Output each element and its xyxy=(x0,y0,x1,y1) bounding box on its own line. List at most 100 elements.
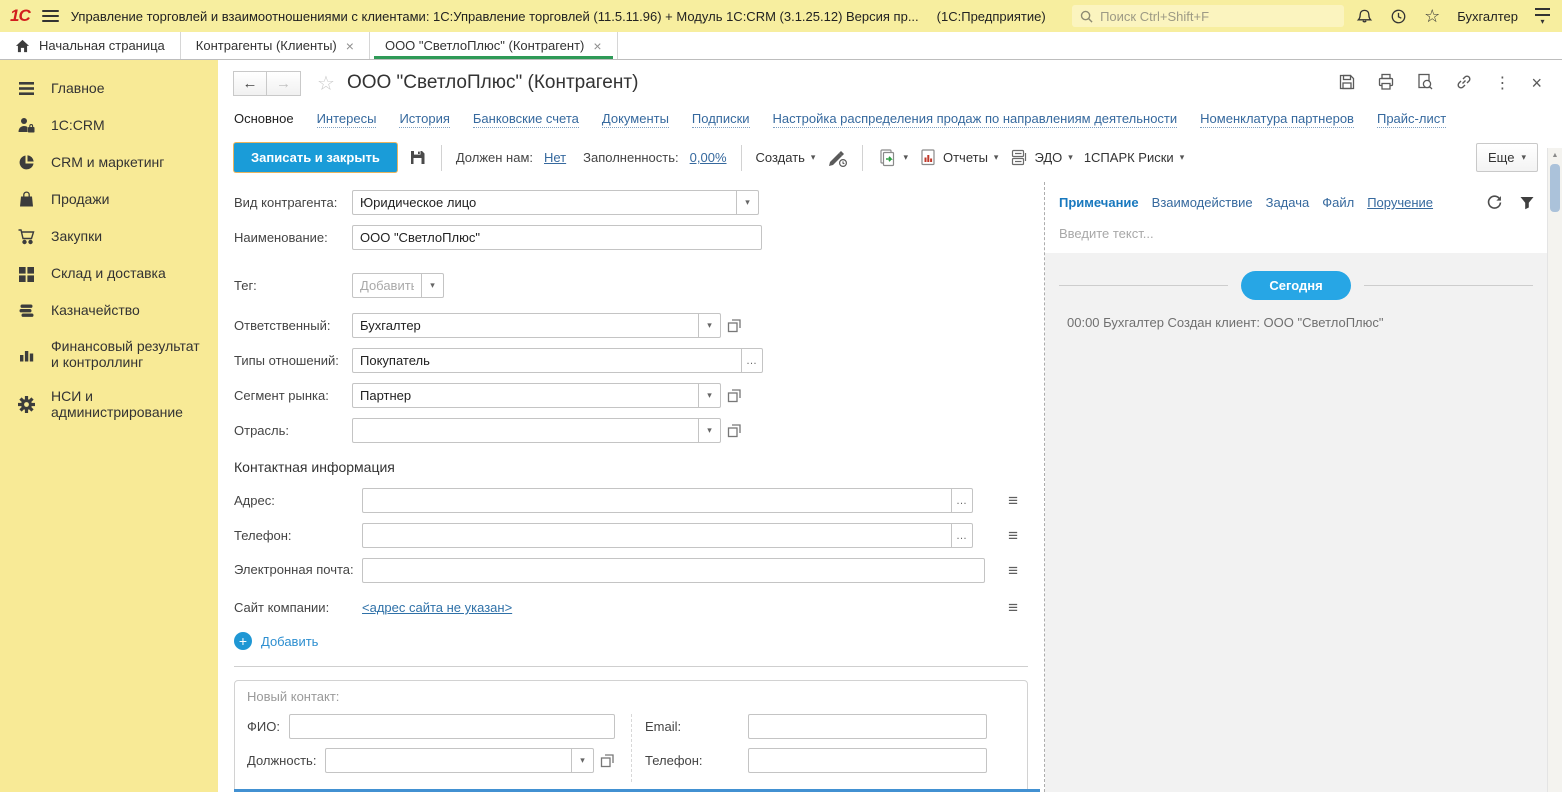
create-button[interactable]: Создать ▾ xyxy=(756,150,816,165)
today-badge[interactable]: Сегодня xyxy=(1241,271,1351,300)
reports-button[interactable]: Отчеты ▾ xyxy=(919,148,998,167)
save-button-icon[interactable] xyxy=(408,148,427,167)
sidebar-item-prodazhi[interactable]: Продажи xyxy=(0,181,218,218)
website-link[interactable]: <адрес сайта не указан> xyxy=(362,600,512,615)
tab-interesy[interactable]: Интересы xyxy=(316,111,377,128)
link-icon[interactable] xyxy=(1455,73,1473,94)
sidebar-item-crm-marketing[interactable]: CRM и маркетинг xyxy=(0,144,218,181)
main-menu-icon[interactable] xyxy=(41,10,59,22)
tab-vzaimodeystvie[interactable]: Взаимодействие xyxy=(1152,195,1253,210)
tab-fayl[interactable]: Файл xyxy=(1322,195,1354,210)
chevron-down-icon[interactable]: ▾ xyxy=(421,273,444,298)
sidebar-item-sklad-dostavka[interactable]: Склад и доставка xyxy=(0,255,218,292)
tab-kontragenty[interactable]: Контрагенты (Клиенты) × xyxy=(181,32,370,59)
refresh-icon[interactable] xyxy=(1486,194,1503,211)
contact-email-input[interactable] xyxy=(748,714,987,739)
tab-istoriya[interactable]: История xyxy=(399,111,450,128)
filter-icon[interactable] xyxy=(1519,195,1535,211)
email-input[interactable] xyxy=(362,558,985,583)
tab-poruchenie[interactable]: Поручение xyxy=(1367,195,1433,210)
tab-nastroyka-raspredeleniya[interactable]: Настройка распределения продаж по направ… xyxy=(772,111,1178,128)
relation-types-input[interactable] xyxy=(352,348,742,373)
print-icon[interactable] xyxy=(1377,73,1395,94)
timeline-day-separator: Сегодня xyxy=(1059,271,1534,300)
sidebar-item-kaznacheystvo[interactable]: Казначейство xyxy=(0,292,218,329)
tab-zadacha[interactable]: Задача xyxy=(1266,195,1310,210)
edo-icon xyxy=(1012,149,1027,166)
tab-osnovnoe[interactable]: Основное xyxy=(234,111,294,127)
preview-icon[interactable] xyxy=(1416,73,1434,94)
chevron-down-icon[interactable]: ▾ xyxy=(571,748,594,773)
tab-primechanie[interactable]: Примечание xyxy=(1059,195,1139,210)
phone-choose-button[interactable]: … xyxy=(951,523,973,548)
tab-svetloplus[interactable]: ООО "СветлоПлюс" (Контрагент) × xyxy=(370,32,618,59)
fill-value-link[interactable]: 0,00% xyxy=(690,150,727,165)
tag-input[interactable] xyxy=(352,273,422,298)
industry-input[interactable] xyxy=(352,418,699,443)
owed-value-link[interactable]: Нет xyxy=(544,150,566,165)
contact-phone-input[interactable] xyxy=(748,748,987,773)
phone-input[interactable] xyxy=(362,523,952,548)
sidebar-item-finrezultat[interactable]: Финансовый результат и контроллинг xyxy=(0,329,218,379)
address-input[interactable] xyxy=(362,488,952,513)
notifications-bell-icon[interactable] xyxy=(1356,8,1373,25)
spark-risks-button[interactable]: 1СПАРК Риски ▾ xyxy=(1084,150,1184,165)
favorites-star-icon[interactable]: ☆ xyxy=(1424,6,1440,27)
position-input[interactable] xyxy=(325,748,572,773)
chevron-down-icon[interactable]: ▾ xyxy=(698,383,721,408)
plan-interaction-icon[interactable] xyxy=(826,148,848,168)
current-user[interactable]: Бухгалтер xyxy=(1457,9,1518,24)
market-segment-input[interactable] xyxy=(352,383,699,408)
chevron-down-icon[interactable]: ▾ xyxy=(736,190,759,215)
add-contact-info-button[interactable]: + Добавить xyxy=(234,632,1028,650)
scrollbar-thumb[interactable] xyxy=(1550,164,1560,212)
vertical-scrollbar[interactable]: ▲ xyxy=(1547,148,1562,792)
open-market-segment-icon[interactable] xyxy=(727,388,742,403)
close-form-icon[interactable]: × xyxy=(1531,73,1542,94)
tab-bankovskie-scheta[interactable]: Банковские счета xyxy=(472,111,579,128)
timeline-event[interactable]: 00:00 Бухгалтер Создан клиент: ООО "Свет… xyxy=(1059,315,1533,330)
tab-dokumenty[interactable]: Документы xyxy=(601,111,669,128)
chevron-down-icon[interactable]: ▾ xyxy=(698,313,721,338)
relation-types-choose-button[interactable]: … xyxy=(741,348,763,373)
name-input[interactable] xyxy=(352,225,762,250)
phone-menu-icon[interactable]: ≡ xyxy=(1008,527,1018,544)
open-position-icon[interactable] xyxy=(600,753,615,768)
more-button[interactable]: Еще ▾ xyxy=(1476,143,1538,172)
create-based-on-button[interactable]: ▾ xyxy=(877,148,908,167)
tab-close-icon[interactable]: × xyxy=(346,38,354,54)
fio-input[interactable] xyxy=(288,714,615,739)
address-choose-button[interactable]: … xyxy=(951,488,973,513)
sidebar-item-nsi-admin[interactable]: НСИ и администрирование xyxy=(0,379,218,429)
forward-button[interactable]: → xyxy=(267,70,301,96)
email-menu-icon[interactable]: ≡ xyxy=(1008,562,1018,579)
sidebar-item-glavnoe[interactable]: Главное xyxy=(0,70,218,107)
save-icon[interactable] xyxy=(1338,73,1356,94)
history-icon[interactable] xyxy=(1390,8,1407,25)
tab-nomenklatura-partnerov[interactable]: Номенклатура партнеров xyxy=(1200,111,1354,128)
back-button[interactable]: ← xyxy=(233,70,267,96)
responsible-input[interactable] xyxy=(352,313,699,338)
sidebar-item-zakupki[interactable]: Закупки xyxy=(0,218,218,255)
save-and-close-button[interactable]: Записать и закрыть xyxy=(234,143,397,172)
website-menu-icon[interactable]: ≡ xyxy=(1008,599,1018,616)
edo-button[interactable]: ЭДО ▾ xyxy=(1009,148,1073,167)
tab-prays-list[interactable]: Прайс-лист xyxy=(1376,111,1447,128)
chevron-down-icon[interactable]: ▾ xyxy=(698,418,721,443)
global-search-input[interactable]: Поиск Ctrl+Shift+F xyxy=(1072,5,1345,27)
kind-select[interactable] xyxy=(352,190,737,215)
name-label: Наименование: xyxy=(234,229,328,245)
open-industry-icon[interactable] xyxy=(727,423,742,438)
sidebar-item-1c-crm[interactable]: 1С:CRM xyxy=(0,107,218,144)
more-actions-icon[interactable]: ⋮ xyxy=(1494,73,1510,93)
timeline-feed: Сегодня 00:00 Бухгалтер Создан клиент: О… xyxy=(1045,253,1547,792)
tab-podpiski[interactable]: Подписки xyxy=(691,111,750,128)
timeline-text-input[interactable] xyxy=(1046,220,1546,247)
favorite-star-icon[interactable]: ☆ xyxy=(317,71,335,96)
tab-home[interactable]: Начальная страница xyxy=(0,32,181,59)
service-menu-icon[interactable]: ▾ xyxy=(1535,8,1550,26)
tab-close-icon[interactable]: × xyxy=(593,38,601,54)
scroll-up-icon[interactable]: ▲ xyxy=(1548,148,1562,162)
address-menu-icon[interactable]: ≡ xyxy=(1008,492,1018,509)
open-responsible-icon[interactable] xyxy=(727,318,742,333)
